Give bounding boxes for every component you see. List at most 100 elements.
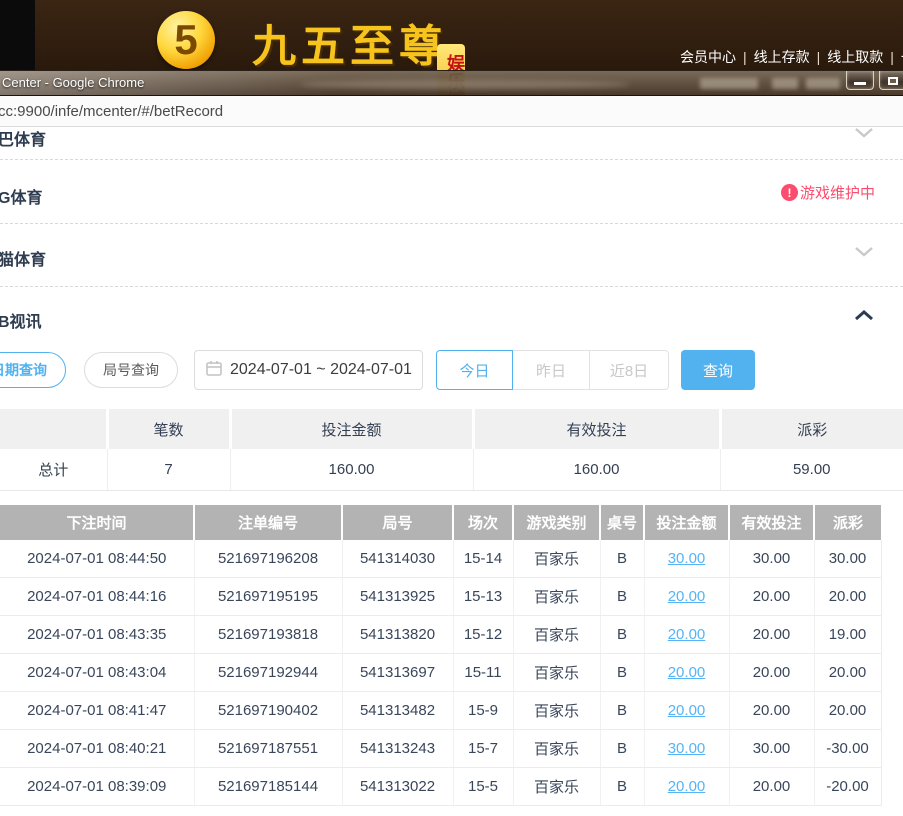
summary-table: 笔数 投注金额 有效投注 派彩 总计 7 160.00 160.00 59.00	[0, 409, 903, 491]
table-cell: 百家乐	[513, 616, 600, 654]
window-titlebar[interactable]: Center - Google Chrome	[0, 70, 903, 96]
table-cell: 2024-07-01 08:43:35	[0, 616, 194, 654]
nav-separator: |	[743, 49, 747, 65]
table-cell: 2024-07-01 08:39:09	[0, 768, 194, 806]
round-query-tab[interactable]: 局号查询	[84, 352, 178, 388]
url-bar[interactable]: cc:9900/infe/mcenter/#/betRecord	[0, 96, 903, 127]
chevron-down-icon[interactable]	[855, 125, 873, 143]
bet-amount-link[interactable]: 20.00	[668, 778, 706, 795]
col-header-session: 场次	[453, 505, 513, 540]
table-cell: B	[600, 768, 644, 806]
maximize-button[interactable]	[879, 71, 903, 90]
maintenance-badge: ! 游戏维护中	[781, 182, 875, 203]
nav-member-center[interactable]: 会员中心	[680, 49, 736, 65]
page-content: 巴体育 G体育 ! 游戏维护中 猫体育 B视讯 日期查询	[0, 127, 903, 816]
table-cell: 15-9	[453, 692, 513, 730]
table-cell: 15-11	[453, 654, 513, 692]
bet-amount-link[interactable]: 30.00	[668, 740, 706, 757]
table-cell: B	[600, 540, 644, 578]
table-cell: 百家乐	[513, 730, 600, 768]
bet-amount-link[interactable]: 20.00	[668, 626, 706, 643]
summary-header-payout: 派彩	[720, 409, 903, 449]
table-cell: 15-5	[453, 768, 513, 806]
accordion-section-b-live[interactable]: B视讯	[0, 287, 903, 345]
table-cell: 20.00	[644, 578, 729, 616]
maintenance-text: 游戏维护中	[800, 182, 875, 203]
nav-online-deposit[interactable]: 线上存款	[754, 49, 810, 65]
col-header-payout: 派彩	[814, 505, 881, 540]
table-cell: 20.00	[729, 578, 814, 616]
date-query-tab[interactable]: 日期查询	[0, 352, 66, 388]
site-header: 5 九五至尊 娱乐城 会员中心|线上存款|线上取款|一键	[0, 0, 903, 70]
bet-amount-link[interactable]: 30.00	[668, 550, 706, 567]
table-cell: 15-12	[453, 616, 513, 654]
bet-amount-link[interactable]: 20.00	[668, 702, 706, 719]
exclamation-icon: !	[781, 184, 798, 201]
summary-header-count: 笔数	[107, 409, 230, 449]
summary-header-row: 笔数 投注金额 有效投注 派彩	[0, 409, 903, 449]
minimize-button[interactable]	[846, 71, 874, 90]
summary-header-valid-bet: 有效投注	[473, 409, 720, 449]
left-black-strip	[0, 0, 35, 70]
table-cell: 百家乐	[513, 768, 600, 806]
table-cell: 15-14	[453, 540, 513, 578]
table-cell: 521697195195	[194, 578, 342, 616]
table-cell: 15-13	[453, 578, 513, 616]
table-cell: 30.00	[644, 540, 729, 578]
table-cell: B	[600, 692, 644, 730]
table-cell: -30.00	[814, 730, 881, 768]
table-cell: 2024-07-01 08:44:50	[0, 540, 194, 578]
yesterday-button[interactable]: 昨日	[512, 350, 590, 390]
chevron-down-icon[interactable]	[855, 244, 873, 262]
today-button[interactable]: 今日	[436, 350, 513, 390]
col-header-order-number: 注单编号	[194, 505, 342, 540]
search-button[interactable]: 查询	[681, 350, 755, 390]
table-cell: 20.00	[814, 654, 881, 692]
brand-coin-icon: 5	[157, 11, 215, 69]
col-header-bet-amount: 投注金额	[644, 505, 729, 540]
table-cell: 20.00	[644, 768, 729, 806]
chevron-up-icon[interactable]	[855, 307, 873, 325]
summary-bet-amount-value: 160.00	[230, 449, 473, 490]
summary-payout-value: 59.00	[720, 449, 903, 490]
table-cell: 30.00	[814, 540, 881, 578]
table-cell: 30.00	[729, 730, 814, 768]
table-row: 2024-07-01 08:39:09521697185144541313022…	[0, 768, 881, 806]
accordion-section-g-sports[interactable]: G体育 ! 游戏维护中	[0, 160, 903, 224]
query-controls: 日期查询 局号查询 2024-07-01 ~ 2024-07-01 今日 昨日 …	[0, 349, 903, 391]
table-cell: 20.00	[644, 692, 729, 730]
table-cell: 541313482	[342, 692, 453, 730]
nav-separator: |	[817, 49, 821, 65]
bet-amount-link[interactable]: 20.00	[668, 664, 706, 681]
table-cell: 521697185144	[194, 768, 342, 806]
date-range-value: 2024-07-01 ~ 2024-07-01	[230, 361, 412, 379]
table-cell: 15-7	[453, 730, 513, 768]
table-cell: B	[600, 730, 644, 768]
table-cell: 2024-07-01 08:44:16	[0, 578, 194, 616]
url-text[interactable]: cc:9900/infe/mcenter/#/betRecord	[0, 103, 223, 120]
table-cell: 20.00	[644, 654, 729, 692]
table-cell: 521697190402	[194, 692, 342, 730]
table-cell: 521697192944	[194, 654, 342, 692]
accordion-section-panda-sports[interactable]: 猫体育	[0, 224, 903, 287]
maximize-icon	[888, 77, 898, 85]
date-range-input[interactable]: 2024-07-01 ~ 2024-07-01	[194, 350, 423, 390]
last-8-days-button[interactable]: 近8日	[589, 350, 669, 390]
bet-amount-link[interactable]: 20.00	[668, 588, 706, 605]
table-cell: 541313697	[342, 654, 453, 692]
summary-total-row: 总计 7 160.00 160.00 59.00	[0, 449, 903, 490]
table-cell: 百家乐	[513, 692, 600, 730]
table-cell: 20.00	[729, 768, 814, 806]
table-cell: 30.00	[644, 730, 729, 768]
table-cell: 20.00	[729, 692, 814, 730]
table-cell: 20.00	[644, 616, 729, 654]
table-cell: 541314030	[342, 540, 453, 578]
col-header-table-number: 桌号	[600, 505, 644, 540]
accordion-section-saba-sports[interactable]: 巴体育	[0, 127, 903, 160]
nav-online-withdraw[interactable]: 线上取款	[827, 49, 883, 65]
table-cell: 521697196208	[194, 540, 342, 578]
top-nav: 会员中心|线上存款|线上取款|一键	[680, 47, 903, 67]
col-header-round-number: 局号	[342, 505, 453, 540]
table-cell: 541313925	[342, 578, 453, 616]
table-cell: 20.00	[814, 578, 881, 616]
